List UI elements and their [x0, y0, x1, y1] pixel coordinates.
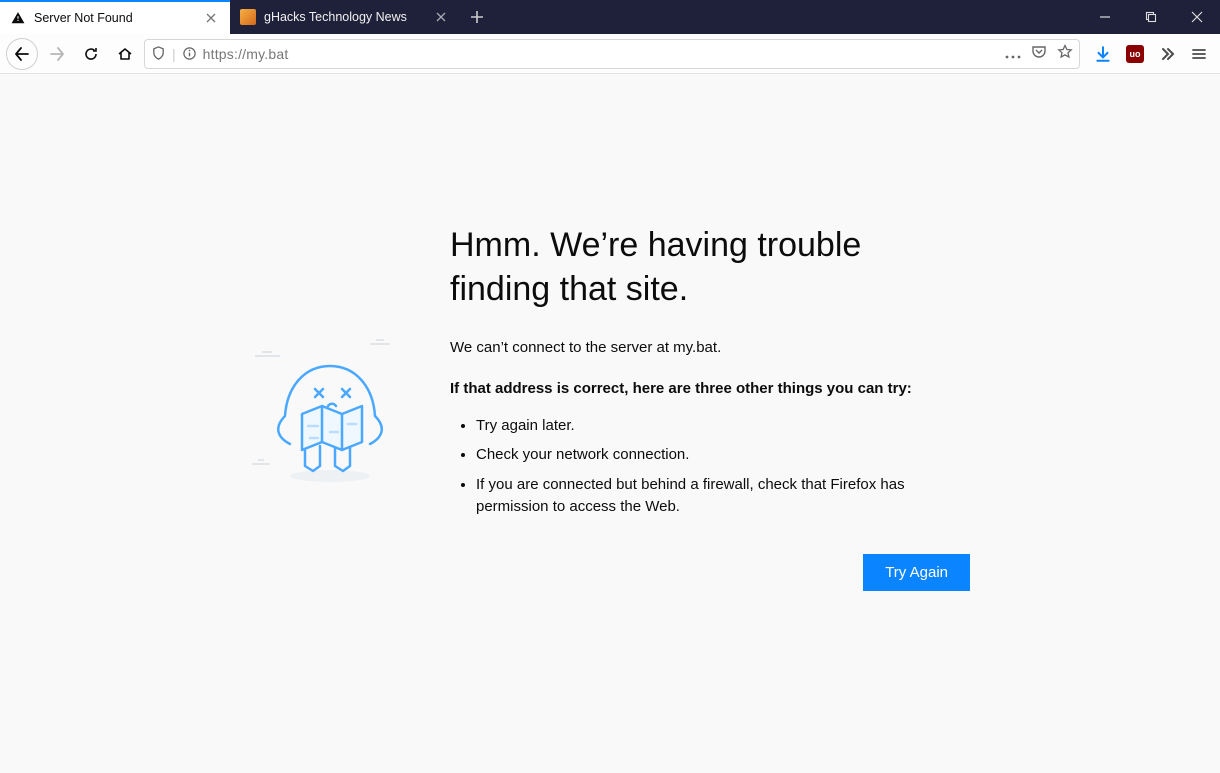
error-suggestions: Try again later. Check your network conn…	[450, 415, 970, 518]
maximize-button[interactable]	[1128, 0, 1174, 34]
error-illustration	[250, 224, 450, 591]
tab-title: Server Not Found	[34, 11, 194, 25]
ublock-icon[interactable]: uo	[1124, 43, 1146, 65]
navigation-toolbar: | https://my.bat uo	[0, 34, 1220, 74]
downloads-icon[interactable]	[1092, 43, 1114, 65]
error-heading: Hmm. We’re having trouble finding that s…	[450, 224, 970, 311]
pocket-icon[interactable]	[1031, 44, 1047, 63]
window-controls	[1082, 0, 1220, 34]
list-item: Check your network connection.	[476, 444, 970, 466]
page-actions-icon[interactable]	[1005, 46, 1021, 62]
tab-close-button[interactable]	[432, 8, 450, 26]
reload-button[interactable]	[76, 39, 106, 69]
url-text: https://my.bat	[203, 46, 999, 62]
overflow-icon[interactable]	[1156, 43, 1178, 65]
tab-title: gHacks Technology News	[264, 10, 424, 24]
tab-strip: Server Not Found gHacks Technology News	[0, 0, 1220, 34]
tracking-shield-icon[interactable]	[151, 46, 166, 61]
try-again-button[interactable]: Try Again	[863, 554, 970, 591]
error-hint-title: If that address is correct, here are thr…	[450, 378, 970, 401]
site-info-icon[interactable]	[182, 46, 197, 61]
forward-button[interactable]	[42, 39, 72, 69]
minimize-button[interactable]	[1082, 0, 1128, 34]
list-item: If you are connected but behind a firewa…	[476, 474, 970, 518]
tab-server-not-found[interactable]: Server Not Found	[0, 0, 230, 34]
warning-icon	[10, 10, 26, 26]
ghacks-favicon	[240, 9, 256, 25]
home-button[interactable]	[110, 39, 140, 69]
address-bar[interactable]: | https://my.bat	[144, 39, 1080, 69]
tab-ghacks[interactable]: gHacks Technology News	[230, 0, 460, 34]
error-page: Hmm. We’re having trouble finding that s…	[0, 74, 1220, 773]
new-tab-button[interactable]	[460, 0, 494, 34]
app-menu-icon[interactable]	[1188, 43, 1210, 65]
tab-close-button[interactable]	[202, 9, 220, 27]
back-button[interactable]	[6, 38, 38, 70]
list-item: Try again later.	[476, 415, 970, 437]
bookmark-star-icon[interactable]	[1057, 44, 1073, 63]
error-message: We can’t connect to the server at my.bat…	[450, 339, 970, 356]
close-window-button[interactable]	[1174, 0, 1220, 34]
